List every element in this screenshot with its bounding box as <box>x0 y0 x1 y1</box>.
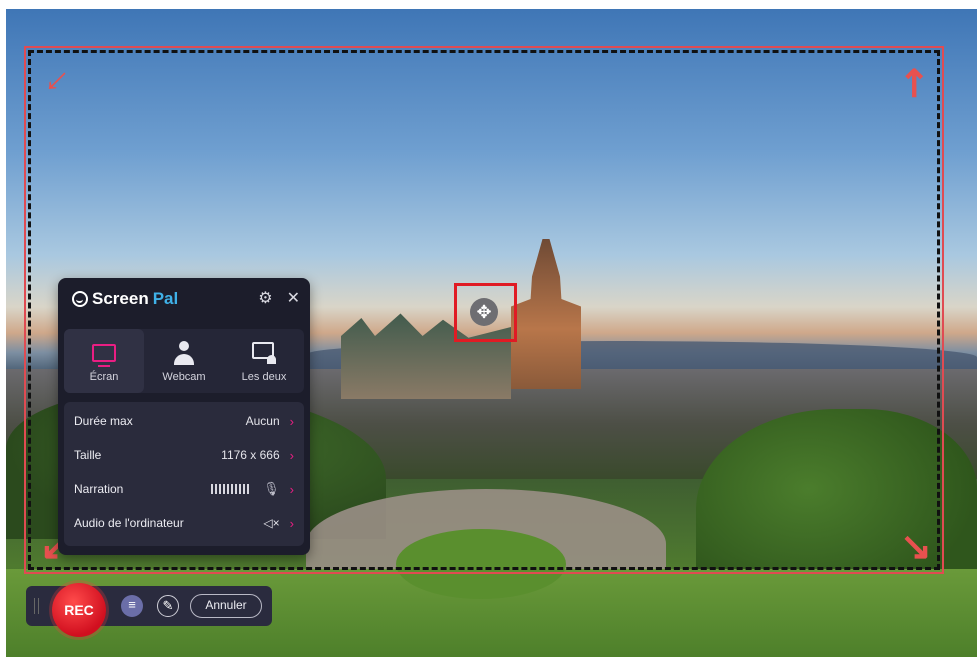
mode-screen-button[interactable]: Écran <box>64 329 144 393</box>
max-duration-label: Durée max <box>74 414 133 428</box>
menu-icon[interactable]: ≡ <box>121 595 143 617</box>
max-duration-row[interactable]: Durée max Aucun › <box>64 404 304 438</box>
mode-both-button[interactable]: Les deux <box>224 329 304 393</box>
record-button[interactable]: REC <box>52 583 106 637</box>
monitor-person-icon <box>252 342 276 364</box>
brand-name-screen: Screen <box>92 289 149 308</box>
chevron-right-icon: › <box>289 447 294 463</box>
screenpal-logo: Screen Pal <box>72 288 178 310</box>
person-icon <box>174 341 194 365</box>
speaker-muted-icon: ◁× <box>263 516 280 530</box>
move-handle-icon[interactable]: ✥ <box>470 298 498 326</box>
drag-grip-icon[interactable] <box>34 598 39 614</box>
narration-label: Narration <box>74 482 124 496</box>
screenpal-logo-icon <box>72 291 88 307</box>
brand-name-pal: Pal <box>152 289 179 308</box>
chevron-right-icon: › <box>289 515 294 531</box>
pen-draw-icon[interactable]: ✎ <box>157 595 179 617</box>
mode-webcam-button[interactable]: Webcam <box>144 329 224 393</box>
size-value: 1176 x 666 <box>221 448 280 462</box>
recording-settings: Durée max Aucun › Taille 1176 x 666 › Na… <box>64 402 304 546</box>
recorder-panel: Screen Pal ⚙ ✕ Écran Webcam Les deux Duré… <box>58 278 310 555</box>
mode-webcam-label: Webcam <box>162 371 206 383</box>
chevron-right-icon: › <box>289 481 294 497</box>
audio-level-meter <box>211 483 251 495</box>
recording-mode-selector: Écran Webcam Les deux <box>64 329 304 393</box>
monitor-icon <box>92 344 116 367</box>
size-row[interactable]: Taille 1176 x 666 › <box>64 438 304 472</box>
max-duration-value: Aucun <box>245 414 280 428</box>
settings-gear-icon[interactable]: ⚙ <box>258 288 272 308</box>
microphone-icon: 🎙 <box>263 481 280 496</box>
resize-arrow-bottom-right-icon: ↘ <box>900 526 932 568</box>
narration-row[interactable]: Narration 🎙 › <box>64 472 304 506</box>
size-label: Taille <box>74 448 102 462</box>
chevron-right-icon: › <box>289 413 294 429</box>
mode-both-label: Les deux <box>241 371 287 383</box>
cancel-button[interactable]: Annuler <box>190 594 262 618</box>
close-icon[interactable]: ✕ <box>287 288 300 308</box>
computer-audio-label: Audio de l'ordinateur <box>74 516 184 530</box>
computer-audio-row[interactable]: Audio de l'ordinateur ◁× › <box>64 506 304 540</box>
mode-screen-label: Écran <box>89 371 119 383</box>
